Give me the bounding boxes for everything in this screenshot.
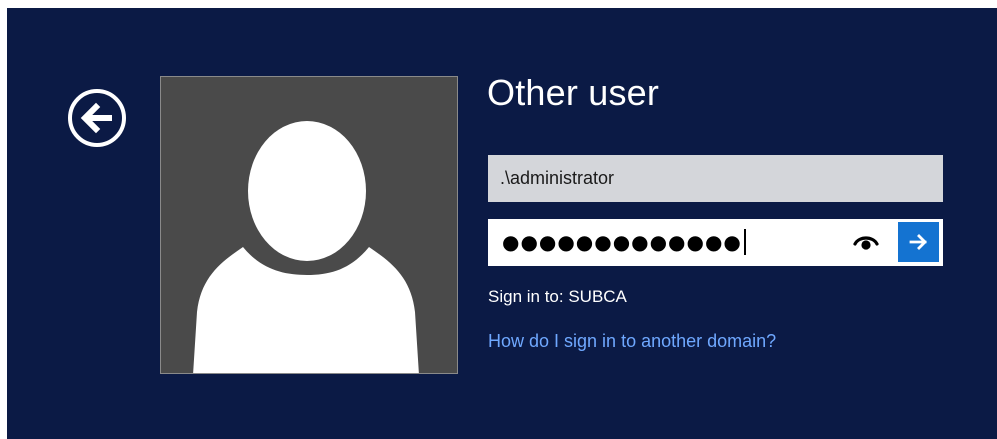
user-avatar-tile	[160, 76, 458, 374]
login-screen: Other user ●●●●●●●●●●●●● Sign in to: SUB…	[7, 8, 997, 439]
password-field[interactable]: ●●●●●●●●●●●●●	[488, 219, 943, 266]
username-field[interactable]	[488, 155, 943, 202]
back-arrow-circle-icon	[68, 89, 126, 147]
page-title: Other user	[487, 72, 660, 113]
reveal-password-button[interactable]	[852, 229, 880, 255]
password-masked-text: ●●●●●●●●●●●●●	[502, 229, 746, 255]
arrow-right-icon	[909, 234, 927, 250]
text-caret	[743, 229, 746, 255]
eye-reveal-icon	[853, 236, 879, 250]
sign-in-domain-label: Sign in to: SUBCA	[488, 287, 627, 306]
submit-button[interactable]	[898, 222, 939, 262]
other-domain-help-link[interactable]: How do I sign in to another domain?	[488, 331, 776, 352]
back-button[interactable]	[65, 86, 129, 150]
user-silhouette-icon	[193, 121, 419, 373]
